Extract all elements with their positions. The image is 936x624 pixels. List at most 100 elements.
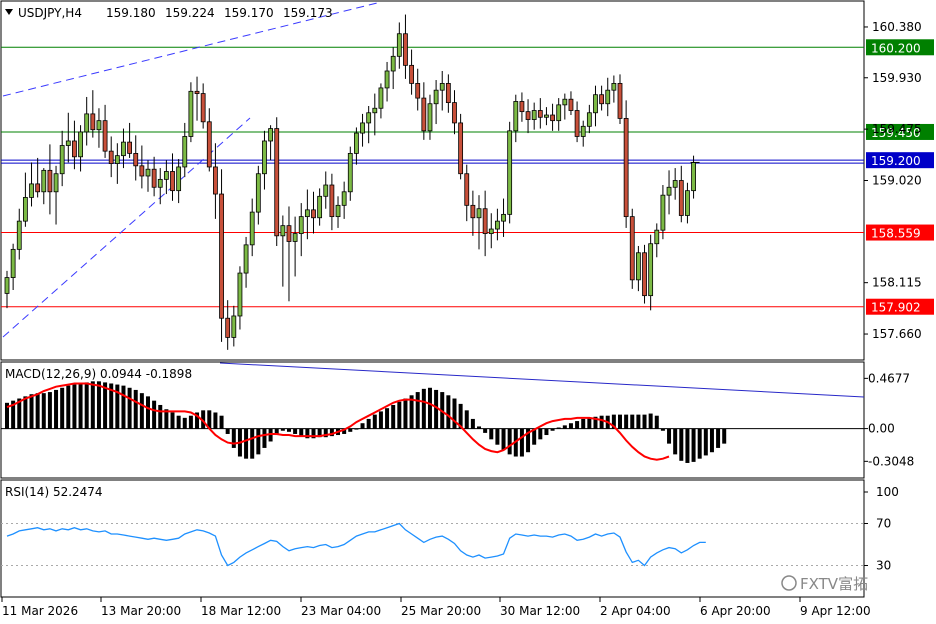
candle-bull-77: [476, 208, 482, 219]
macd-bar-57: [354, 428, 359, 430]
candle-bear-93: [574, 110, 580, 137]
candle-bull-42: [262, 140, 267, 175]
macd-bar-110: [679, 428, 684, 461]
macd-bar-114: [703, 428, 708, 456]
candle-bear-85: [525, 111, 531, 120]
candle-bear-53: [329, 184, 335, 218]
macd-bar-102: [630, 414, 635, 429]
candle-bull-64: [396, 33, 402, 57]
macd-bar-42: [262, 428, 267, 448]
price-tick-label-1: 159.930: [872, 71, 922, 85]
candle-bear-50: [311, 209, 316, 219]
candle-bear-68: [421, 97, 427, 132]
candle-bear-73: [452, 102, 457, 124]
macd-bar-72: [446, 395, 451, 429]
macd-bar-48: [299, 428, 304, 437]
macd-bar-100: [618, 414, 622, 429]
macd-bar-104: [642, 414, 647, 429]
macd-bar-75: [464, 410, 469, 429]
macd-header: MACD(12,26,9) 0.0944 -0.1898: [5, 367, 192, 381]
macd-bar-35: [219, 415, 224, 429]
macd-bar-19: [121, 385, 126, 429]
candle-bull-108: [666, 186, 672, 196]
candle-bull-61: [378, 87, 384, 109]
candle-bear-20: [127, 141, 132, 154]
macd-bar-105: [648, 413, 653, 429]
candle-bull-103: [635, 252, 641, 281]
macd-bar-88: [544, 428, 549, 436]
candle-bull-96: [593, 94, 598, 114]
macd-bar-9: [60, 387, 65, 429]
macd-bar-76: [470, 418, 475, 429]
candle-bull-91: [562, 98, 568, 106]
price-tick-label-4: 158.115: [872, 276, 922, 290]
ohlc-close: 159.173: [283, 6, 333, 20]
macd-bar-37: [231, 428, 236, 448]
candle-bull-105: [648, 243, 654, 297]
macd-bar-69: [427, 387, 432, 429]
macd-bar-45: [280, 428, 285, 431]
candle-bull-82: [507, 130, 513, 215]
candle-bull-83: [513, 101, 519, 132]
macd-bar-94: [581, 418, 586, 429]
candle-bear-101: [623, 118, 629, 218]
macd-bar-93: [575, 421, 580, 429]
candle-bull-45: [280, 225, 286, 237]
candle-bull-63: [390, 55, 396, 72]
macd-bar-4: [29, 394, 34, 429]
macd-bar-30: [188, 415, 193, 429]
candle-bull-26: [163, 171, 169, 180]
candle-bear-14: [90, 113, 96, 131]
macd-bar-39: [244, 428, 249, 459]
macd-bar-117: [722, 428, 727, 444]
macd-bar-92: [568, 423, 573, 429]
candle-bear-22: [139, 165, 145, 177]
candle-bull-12: [78, 131, 83, 158]
candle-bull-40: [249, 211, 255, 246]
candle-bull-8: [53, 173, 59, 193]
candle-bull-48: [298, 216, 304, 234]
macd-bar-101: [624, 414, 629, 429]
candle-bull-39: [243, 244, 249, 274]
candle-bull-62: [384, 70, 390, 89]
macd-bar-13: [84, 382, 89, 429]
candle-bull-58: [360, 122, 365, 134]
rsi-tick-label-0: 100: [876, 485, 899, 499]
candle-bull-99: [611, 83, 617, 91]
macd-bar-90: [556, 427, 561, 429]
candle-bull-23: [145, 168, 151, 177]
hline-tag-label-0: 160.200: [871, 41, 921, 55]
candle-bear-67: [415, 83, 421, 99]
macd-bar-21: [133, 389, 138, 429]
candle-bull-15: [96, 120, 102, 131]
macd-bar-109: [673, 428, 678, 455]
macd-bar-25: [158, 404, 163, 429]
candle-bull-60: [372, 107, 378, 114]
macd-tick-label-2: -0.3048: [868, 454, 914, 468]
candle-bear-35: [219, 193, 224, 319]
macd-bar-11: [72, 384, 77, 429]
macd-bar-41: [256, 428, 261, 455]
macd-bar-82: [507, 428, 512, 455]
macd-bar-108: [667, 428, 672, 444]
candle-bull-25: [157, 178, 163, 188]
macd-bar-87: [538, 428, 543, 440]
candle-bull-47: [292, 233, 298, 242]
candle-bull-80: [494, 220, 500, 230]
macd-bar-97: [599, 415, 604, 429]
ohlc-open: 159.180: [106, 6, 156, 20]
candle-bull-109: [672, 180, 678, 188]
price-axes: 160.380 159.930 159.475 159.020 158.115 157.6…: [864, 20, 922, 341]
time-tick-label-5: 30 Mar 12:00: [500, 604, 580, 618]
symbol-label: USDJPY,H4: [18, 6, 82, 20]
candle-bear-27: [170, 171, 175, 192]
candle-bear-31: [194, 90, 200, 94]
hline-tag-label-3: 158.559: [871, 227, 921, 241]
macd-bar-8: [54, 389, 59, 429]
candle-bull-95: [586, 112, 592, 127]
macd-bar-29: [182, 417, 187, 429]
macd-bar-12: [78, 383, 83, 429]
price-tick-label-2: 159.475: [872, 122, 922, 136]
candle-bull-30: [188, 90, 194, 137]
time-tick-label-6: 2 Apr 04:00: [600, 604, 671, 618]
